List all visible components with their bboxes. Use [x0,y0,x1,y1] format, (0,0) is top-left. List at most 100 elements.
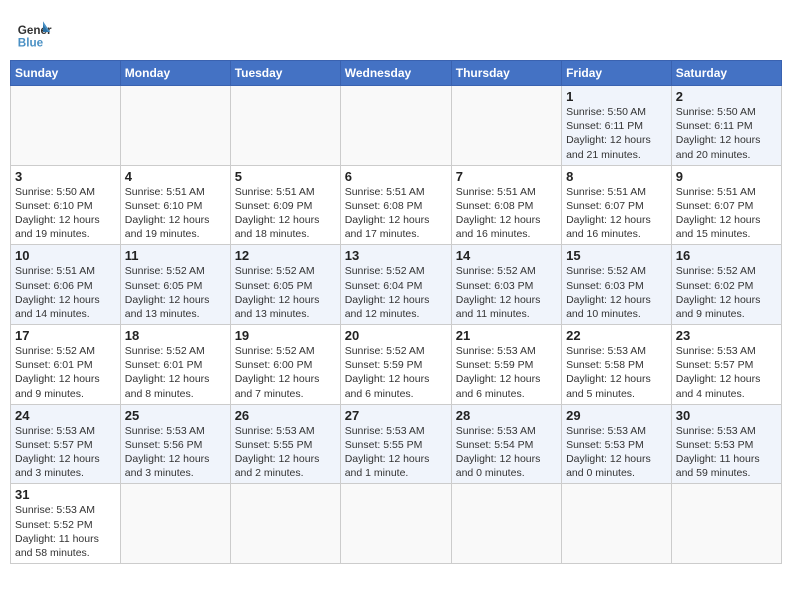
calendar-cell: 15Sunrise: 5:52 AM Sunset: 6:03 PM Dayli… [562,245,672,325]
calendar-header: SundayMondayTuesdayWednesdayThursdayFrid… [11,61,782,86]
calendar-week-3: 17Sunrise: 5:52 AM Sunset: 6:01 PM Dayli… [11,325,782,405]
calendar-cell: 14Sunrise: 5:52 AM Sunset: 6:03 PM Dayli… [451,245,561,325]
day-info: Sunrise: 5:52 AM Sunset: 6:05 PM Dayligh… [125,264,226,321]
day-info: Sunrise: 5:53 AM Sunset: 5:57 PM Dayligh… [15,424,116,481]
calendar-cell: 10Sunrise: 5:51 AM Sunset: 6:06 PM Dayli… [11,245,121,325]
day-number: 21 [456,328,557,343]
day-info: Sunrise: 5:50 AM Sunset: 6:10 PM Dayligh… [15,185,116,242]
day-number: 10 [15,248,116,263]
day-info: Sunrise: 5:53 AM Sunset: 5:55 PM Dayligh… [235,424,336,481]
day-info: Sunrise: 5:53 AM Sunset: 5:53 PM Dayligh… [676,424,777,481]
day-number: 18 [125,328,226,343]
calendar-cell: 27Sunrise: 5:53 AM Sunset: 5:55 PM Dayli… [340,404,451,484]
day-number: 7 [456,169,557,184]
day-number: 29 [566,408,667,423]
day-number: 15 [566,248,667,263]
day-number: 26 [235,408,336,423]
calendar-cell: 19Sunrise: 5:52 AM Sunset: 6:00 PM Dayli… [230,325,340,405]
calendar-cell: 28Sunrise: 5:53 AM Sunset: 5:54 PM Dayli… [451,404,561,484]
day-info: Sunrise: 5:52 AM Sunset: 6:04 PM Dayligh… [345,264,447,321]
day-number: 30 [676,408,777,423]
weekday-header-friday: Friday [562,61,672,86]
day-info: Sunrise: 5:53 AM Sunset: 5:53 PM Dayligh… [566,424,667,481]
day-number: 17 [15,328,116,343]
weekday-header-wednesday: Wednesday [340,61,451,86]
page-header: General Blue [10,10,782,54]
weekday-header-monday: Monday [120,61,230,86]
day-number: 20 [345,328,447,343]
day-number: 24 [15,408,116,423]
day-info: Sunrise: 5:51 AM Sunset: 6:07 PM Dayligh… [566,185,667,242]
calendar-cell: 17Sunrise: 5:52 AM Sunset: 6:01 PM Dayli… [11,325,121,405]
calendar-cell: 4Sunrise: 5:51 AM Sunset: 6:10 PM Daylig… [120,165,230,245]
day-number: 13 [345,248,447,263]
day-info: Sunrise: 5:51 AM Sunset: 6:10 PM Dayligh… [125,185,226,242]
calendar-cell [11,86,121,166]
day-info: Sunrise: 5:52 AM Sunset: 6:00 PM Dayligh… [235,344,336,401]
day-number: 14 [456,248,557,263]
day-number: 6 [345,169,447,184]
calendar-cell [230,484,340,564]
day-number: 27 [345,408,447,423]
day-info: Sunrise: 5:52 AM Sunset: 6:03 PM Dayligh… [456,264,557,321]
logo: General Blue [16,14,52,50]
weekday-header-tuesday: Tuesday [230,61,340,86]
calendar-cell: 18Sunrise: 5:52 AM Sunset: 6:01 PM Dayli… [120,325,230,405]
day-number: 25 [125,408,226,423]
day-info: Sunrise: 5:52 AM Sunset: 6:01 PM Dayligh… [15,344,116,401]
calendar-cell: 26Sunrise: 5:53 AM Sunset: 5:55 PM Dayli… [230,404,340,484]
day-number: 28 [456,408,557,423]
calendar-cell: 29Sunrise: 5:53 AM Sunset: 5:53 PM Dayli… [562,404,672,484]
day-info: Sunrise: 5:53 AM Sunset: 5:56 PM Dayligh… [125,424,226,481]
calendar-week-5: 31Sunrise: 5:53 AM Sunset: 5:52 PM Dayli… [11,484,782,564]
day-info: Sunrise: 5:53 AM Sunset: 5:58 PM Dayligh… [566,344,667,401]
day-info: Sunrise: 5:52 AM Sunset: 5:59 PM Dayligh… [345,344,447,401]
weekday-header-saturday: Saturday [671,61,781,86]
day-info: Sunrise: 5:53 AM Sunset: 5:55 PM Dayligh… [345,424,447,481]
day-number: 12 [235,248,336,263]
day-info: Sunrise: 5:51 AM Sunset: 6:08 PM Dayligh… [345,185,447,242]
day-info: Sunrise: 5:51 AM Sunset: 6:07 PM Dayligh… [676,185,777,242]
day-number: 23 [676,328,777,343]
day-number: 4 [125,169,226,184]
day-number: 22 [566,328,667,343]
calendar-cell [562,484,672,564]
calendar-cell: 8Sunrise: 5:51 AM Sunset: 6:07 PM Daylig… [562,165,672,245]
calendar-cell: 20Sunrise: 5:52 AM Sunset: 5:59 PM Dayli… [340,325,451,405]
day-number: 3 [15,169,116,184]
day-number: 2 [676,89,777,104]
day-info: Sunrise: 5:51 AM Sunset: 6:09 PM Dayligh… [235,185,336,242]
day-info: Sunrise: 5:52 AM Sunset: 6:01 PM Dayligh… [125,344,226,401]
calendar-cell: 12Sunrise: 5:52 AM Sunset: 6:05 PM Dayli… [230,245,340,325]
day-info: Sunrise: 5:53 AM Sunset: 5:59 PM Dayligh… [456,344,557,401]
calendar-cell [120,484,230,564]
calendar-cell: 24Sunrise: 5:53 AM Sunset: 5:57 PM Dayli… [11,404,121,484]
day-number: 16 [676,248,777,263]
calendar-cell: 25Sunrise: 5:53 AM Sunset: 5:56 PM Dayli… [120,404,230,484]
calendar-cell: 9Sunrise: 5:51 AM Sunset: 6:07 PM Daylig… [671,165,781,245]
calendar-cell: 5Sunrise: 5:51 AM Sunset: 6:09 PM Daylig… [230,165,340,245]
day-info: Sunrise: 5:51 AM Sunset: 6:06 PM Dayligh… [15,264,116,321]
calendar-cell: 21Sunrise: 5:53 AM Sunset: 5:59 PM Dayli… [451,325,561,405]
calendar-cell [340,484,451,564]
calendar-cell: 16Sunrise: 5:52 AM Sunset: 6:02 PM Dayli… [671,245,781,325]
calendar-table: SundayMondayTuesdayWednesdayThursdayFrid… [10,60,782,564]
calendar-cell: 2Sunrise: 5:50 AM Sunset: 6:11 PM Daylig… [671,86,781,166]
calendar-cell: 7Sunrise: 5:51 AM Sunset: 6:08 PM Daylig… [451,165,561,245]
calendar-cell [671,484,781,564]
day-info: Sunrise: 5:53 AM Sunset: 5:57 PM Dayligh… [676,344,777,401]
calendar-cell: 11Sunrise: 5:52 AM Sunset: 6:05 PM Dayli… [120,245,230,325]
calendar-cell [451,484,561,564]
calendar-cell: 6Sunrise: 5:51 AM Sunset: 6:08 PM Daylig… [340,165,451,245]
calendar-cell: 30Sunrise: 5:53 AM Sunset: 5:53 PM Dayli… [671,404,781,484]
calendar-cell [230,86,340,166]
calendar-cell [451,86,561,166]
day-info: Sunrise: 5:53 AM Sunset: 5:54 PM Dayligh… [456,424,557,481]
calendar-week-4: 24Sunrise: 5:53 AM Sunset: 5:57 PM Dayli… [11,404,782,484]
calendar-cell: 1Sunrise: 5:50 AM Sunset: 6:11 PM Daylig… [562,86,672,166]
day-info: Sunrise: 5:50 AM Sunset: 6:11 PM Dayligh… [676,105,777,162]
calendar-cell [340,86,451,166]
calendar-week-0: 1Sunrise: 5:50 AM Sunset: 6:11 PM Daylig… [11,86,782,166]
calendar-body: 1Sunrise: 5:50 AM Sunset: 6:11 PM Daylig… [11,86,782,564]
weekday-header-sunday: Sunday [11,61,121,86]
